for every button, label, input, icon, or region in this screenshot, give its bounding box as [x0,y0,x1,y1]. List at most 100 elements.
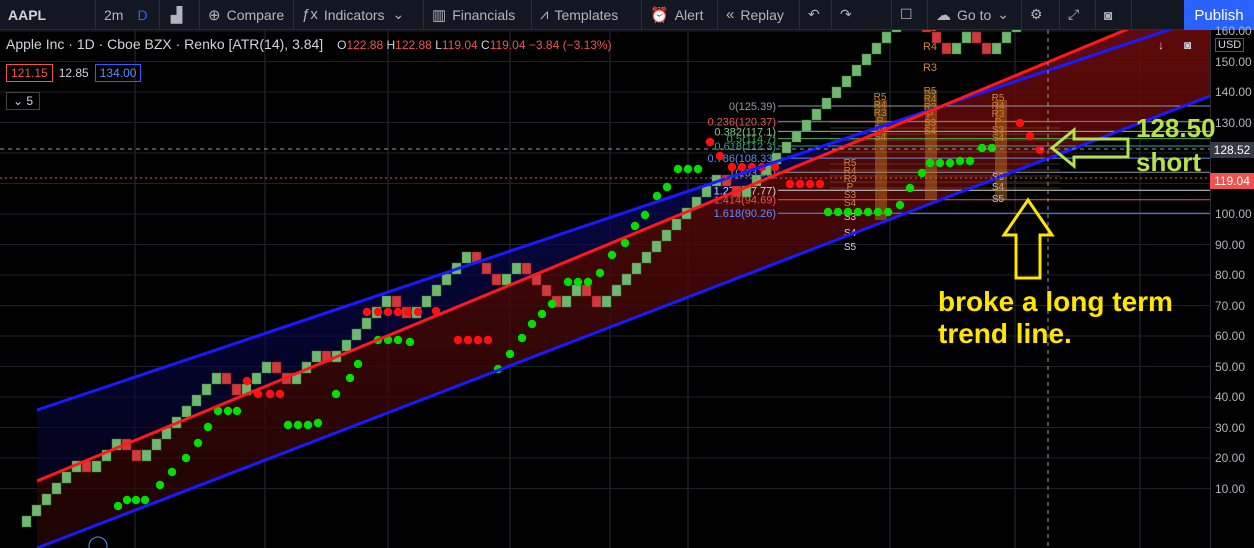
pivot-label: S5 [844,242,857,253]
psar-dot-bullish [673,164,683,174]
compare-button[interactable]: ⊕ Compare [200,0,294,30]
psar-dot-bullish [607,250,617,260]
gear-icon: ⚙ [1030,6,1043,22]
plus-circle-icon: ⊕ [208,6,221,24]
psar-dot-bullish [873,207,883,217]
annotation-short[interactable]: short [1136,147,1201,178]
price-tick-label: 140.00 [1215,85,1252,99]
annotation-note[interactable]: broke a long term trend line. [938,286,1208,350]
renko-up-brick [611,284,622,297]
renko-down-brick [491,273,502,286]
psar-dot-bullish [977,143,987,153]
indicators-button[interactable]: ƒx Indicators ⌄ [294,0,424,30]
psar-dot-bullish [331,389,341,399]
sell-price-button[interactable]: 121.15 [6,64,53,82]
scroll-down-icon[interactable]: ↓ [1158,38,1164,52]
psar-dot-bullish [517,333,527,343]
financials-button[interactable]: ▥ Financials [424,0,532,30]
redo-button[interactable]: ↷ [832,0,892,30]
price-axis[interactable]: USD 160.00150.00140.00130.00120.00110.00… [1210,24,1254,548]
symbol-search[interactable]: AAPL [0,0,96,30]
fib-level-label: 0(125.39) [729,101,776,113]
price-tick-label: 10.00 [1215,481,1246,496]
renko-down-brick [581,284,592,297]
psar-dot-bullish [905,183,915,193]
renko-down-brick [931,31,942,44]
psar-dot-bearish [483,335,493,345]
psar-dot-bullish [353,359,363,369]
fullscreen-button[interactable]: ⤢ [1060,0,1096,30]
renko-down-brick [481,262,492,275]
renko-up-brick [191,394,202,407]
renko-up-brick [841,75,852,88]
square-icon: ☐ [900,6,913,22]
renko-up-brick [361,317,372,330]
price-tick-label: 130.00 [1215,115,1252,130]
psar-dot-bearish [403,307,413,317]
camera-icon: ◙ [1104,6,1113,23]
psar-dot-bearish [727,162,737,172]
snapshot-button[interactable]: ◙ [1096,0,1132,30]
renko-up-brick [571,284,582,297]
alert-button[interactable]: ⏰ Alert [642,0,718,30]
renko-up-brick [621,273,632,286]
close-label: C [481,38,490,52]
psar-dot-bearish [815,179,825,189]
buy-price-button[interactable]: 134.00 [94,64,142,82]
psar-dot-bearish [805,179,815,189]
crosshair-price-value: 128.52 [1213,143,1251,157]
psar-dot-bullish [223,406,233,416]
replay-button[interactable]: « Replay [718,0,800,30]
renko-up-brick [991,42,1002,55]
psar-dot-bearish [473,335,483,345]
goto-button[interactable]: ☁ Go to ⌄ [928,0,1022,30]
settings-button[interactable]: ⚙ [1022,0,1060,30]
psar-dot-bearish [737,162,747,172]
annotation-price[interactable]: 128.50 [1136,113,1216,144]
renko-up-brick [801,119,812,132]
psar-dot-bearish [1015,118,1025,128]
psar-dot-bullish [283,420,293,430]
open-value: 122.88 [346,38,384,52]
layout-button[interactable]: ☐ [892,0,928,30]
chart-style-button[interactable]: ▟ [160,0,200,30]
renko-up-brick [151,438,162,451]
price-tick-label: 40.00 [1215,390,1246,404]
undo-button[interactable]: ↶ [800,0,832,30]
arrow-up-icon[interactable] [1001,197,1055,280]
renko-down-brick [941,42,952,55]
price-tick-label: 160.00 [1215,24,1252,38]
renko-down-brick [541,284,552,297]
currency-label[interactable]: USD [1215,38,1245,52]
templates-button[interactable]: ⩘ Templates [532,0,642,30]
renko-up-brick [51,482,62,495]
templates-icon: ⩘ [540,6,549,23]
psar-dot-bullish [823,207,833,217]
psar-dot-bearish [413,307,423,317]
indicators-collapse-button[interactable]: ⌄ 5 [6,92,41,110]
psar-dot-bullish [955,156,965,166]
psar-dot-bullish [925,158,935,168]
chevron-down-icon: ⌄ [997,6,1009,22]
auto-scale-icon[interactable]: ◙ [1184,38,1191,52]
price-tick-label: 20.00 [1215,451,1246,465]
price-tick-label: 90.00 [1215,237,1246,252]
renko-up-brick [781,141,792,154]
renko-up-brick [311,350,322,363]
psar-dot-bullish [547,299,557,309]
renko-up-brick [421,295,432,308]
psar-dot-bearish [785,179,795,189]
dividend-marker-icon[interactable] [88,536,108,548]
psar-dot-bearish [705,137,715,147]
symbol-label: AAPL [8,6,47,23]
psar-dot-bullish [630,221,640,231]
high-label: H [386,38,396,52]
last-price-value: 119.04 [1214,174,1250,188]
psar-dot-bullish [883,207,893,217]
fx-icon: ƒx [302,6,318,23]
psar-dot-bearish [383,307,393,317]
interval-selector[interactable]: 2m D [96,0,160,30]
renko-up-brick [251,372,262,385]
pivot-column [925,90,937,200]
fullscreen-icon: ⤢ [1068,6,1080,22]
